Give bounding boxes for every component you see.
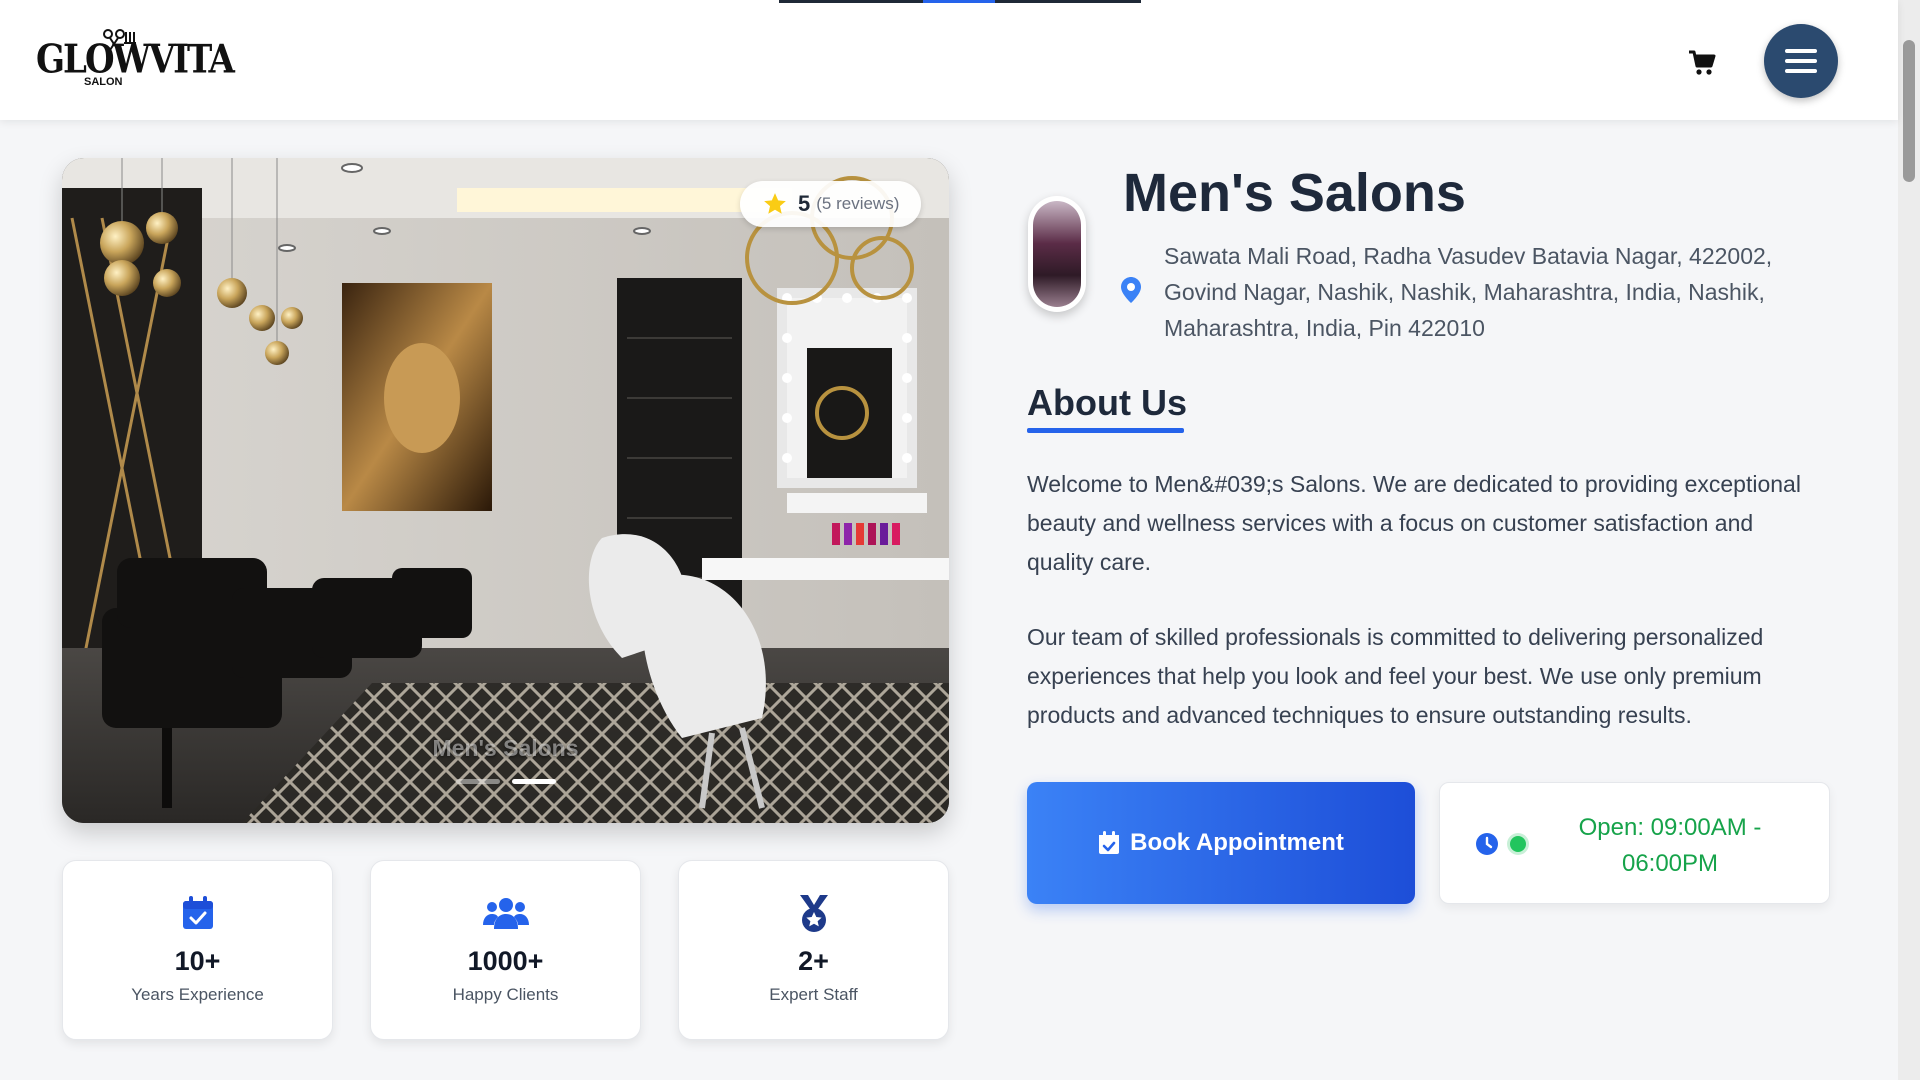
users-icon (482, 898, 529, 929)
carousel-indicators (456, 779, 556, 784)
rating-badge: 5 (5 reviews) (740, 181, 922, 227)
hamburger-menu-icon (1785, 43, 1817, 79)
carousel-dot-1[interactable] (456, 779, 500, 784)
salon-image-carousel[interactable]: 5 (5 reviews) Men's Salons (62, 158, 949, 823)
calendar-check-icon (1099, 831, 1120, 854)
page-loading-bar (779, 0, 1141, 3)
about-heading-underline (1027, 428, 1184, 433)
open-status-dot (1510, 836, 1526, 852)
slide-caption: Men's Salons (432, 735, 579, 761)
carousel-dot-2[interactable] (512, 779, 556, 784)
stat-label: Years Experience (131, 985, 264, 1004)
about-heading: About Us (1027, 382, 1187, 423)
stat-label: Expert Staff (769, 985, 858, 1004)
site-header: GLOWVITA SALON (0, 0, 1898, 120)
glowvita-logo[interactable]: GLOWVITA SALON (36, 28, 235, 92)
stat-card-clients: 1000+ Happy Clients (370, 860, 641, 1040)
shopping-cart-icon[interactable] (1688, 50, 1716, 76)
stat-label: Happy Clients (452, 985, 559, 1004)
book-appointment-label: Book Appointment (1130, 829, 1344, 856)
stat-card-staff: 2+ Expert Staff (678, 860, 949, 1040)
book-appointment-button[interactable]: Book Appointment (1027, 782, 1415, 904)
about-paragraph-1: Welcome to Men&#039;s Salons. We are ded… (1027, 471, 1801, 575)
salon-address: Sawata Mali Road, Radha Vasudev Batavia … (1164, 243, 1773, 341)
salon-avatar-image (1033, 201, 1081, 307)
salon-avatar (1028, 196, 1086, 312)
scrollbar-thumb[interactable] (1903, 40, 1915, 182)
salon-name: Men's Salons (1123, 163, 1466, 223)
rating-review-count: (5 reviews) (816, 194, 900, 213)
calendar-check-icon (182, 896, 213, 929)
star-icon (764, 193, 786, 214)
stat-value: 1000+ (467, 946, 544, 976)
opening-hours-card: Open: 09:00AM - 06:00PM (1439, 782, 1830, 904)
page-loading-bar-segment (923, 0, 995, 3)
salon-interior-photo (62, 158, 949, 823)
map-pin-icon (1121, 277, 1141, 303)
page-scrollbar[interactable] (1898, 0, 1920, 1080)
logo-subtext: SALON (84, 76, 123, 88)
award-medal-icon (799, 895, 828, 932)
opening-hours-text: Open: 09:00AM - 06:00PM (1578, 814, 1762, 877)
stat-value: 2+ (798, 946, 829, 976)
clock-icon (1476, 833, 1498, 855)
rating-value: 5 (798, 191, 811, 216)
menu-toggle-button[interactable] (1764, 24, 1838, 98)
about-paragraph-2: Our team of skilled professionals is com… (1027, 624, 1764, 728)
logo-wordmark: GLOWVITA (36, 37, 235, 83)
stat-value: 10+ (174, 946, 221, 976)
stat-card-experience: 10+ Years Experience (62, 860, 333, 1040)
